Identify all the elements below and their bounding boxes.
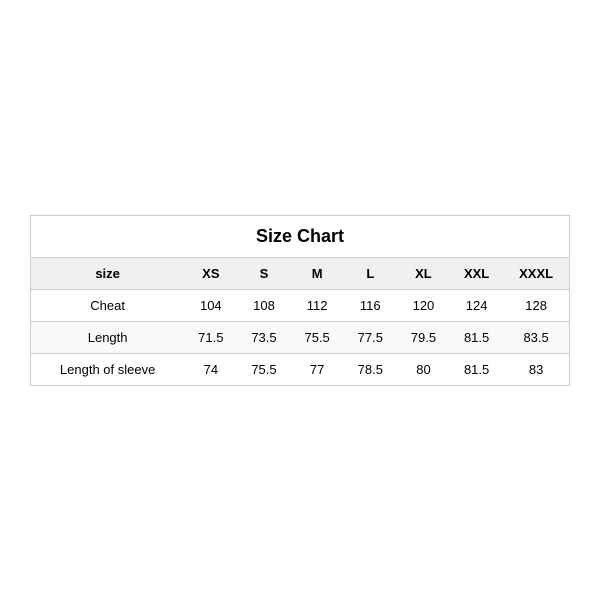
cell-0-5: 124 bbox=[450, 289, 503, 321]
cell-1-1: 73.5 bbox=[237, 321, 290, 353]
cell-0-6: 128 bbox=[503, 289, 569, 321]
table-row: Cheat104108112116120124128 bbox=[31, 289, 570, 321]
table-row: Length of sleeve7475.57778.58081.583 bbox=[31, 353, 570, 385]
header-cell-0: size bbox=[31, 257, 185, 289]
header-cell-3: M bbox=[291, 257, 344, 289]
title-row: Size Chart bbox=[31, 215, 570, 257]
size-chart-table: Size Chart sizeXSSMLXLXXLXXXL Cheat10410… bbox=[30, 215, 570, 386]
cell-1-0: 71.5 bbox=[184, 321, 237, 353]
chart-title: Size Chart bbox=[31, 215, 570, 257]
cell-2-1: 75.5 bbox=[237, 353, 290, 385]
header-row: sizeXSSMLXLXXLXXXL bbox=[31, 257, 570, 289]
cell-2-5: 81.5 bbox=[450, 353, 503, 385]
header-cell-2: S bbox=[237, 257, 290, 289]
cell-2-2: 77 bbox=[291, 353, 344, 385]
cell-1-4: 79.5 bbox=[397, 321, 450, 353]
row-label-0: Cheat bbox=[31, 289, 185, 321]
row-label-1: Length bbox=[31, 321, 185, 353]
cell-1-6: 83.5 bbox=[503, 321, 569, 353]
cell-0-1: 108 bbox=[237, 289, 290, 321]
size-chart-container: Size Chart sizeXSSMLXLXXLXXXL Cheat10410… bbox=[30, 215, 570, 386]
cell-0-2: 112 bbox=[291, 289, 344, 321]
header-cell-5: XL bbox=[397, 257, 450, 289]
cell-0-3: 116 bbox=[344, 289, 397, 321]
cell-0-4: 120 bbox=[397, 289, 450, 321]
cell-1-3: 77.5 bbox=[344, 321, 397, 353]
header-cell-6: XXL bbox=[450, 257, 503, 289]
cell-1-5: 81.5 bbox=[450, 321, 503, 353]
cell-2-4: 80 bbox=[397, 353, 450, 385]
cell-2-6: 83 bbox=[503, 353, 569, 385]
cell-2-0: 74 bbox=[184, 353, 237, 385]
header-cell-1: XS bbox=[184, 257, 237, 289]
header-cell-4: L bbox=[344, 257, 397, 289]
cell-1-2: 75.5 bbox=[291, 321, 344, 353]
table-row: Length71.573.575.577.579.581.583.5 bbox=[31, 321, 570, 353]
row-label-2: Length of sleeve bbox=[31, 353, 185, 385]
header-cell-7: XXXL bbox=[503, 257, 569, 289]
cell-2-3: 78.5 bbox=[344, 353, 397, 385]
cell-0-0: 104 bbox=[184, 289, 237, 321]
